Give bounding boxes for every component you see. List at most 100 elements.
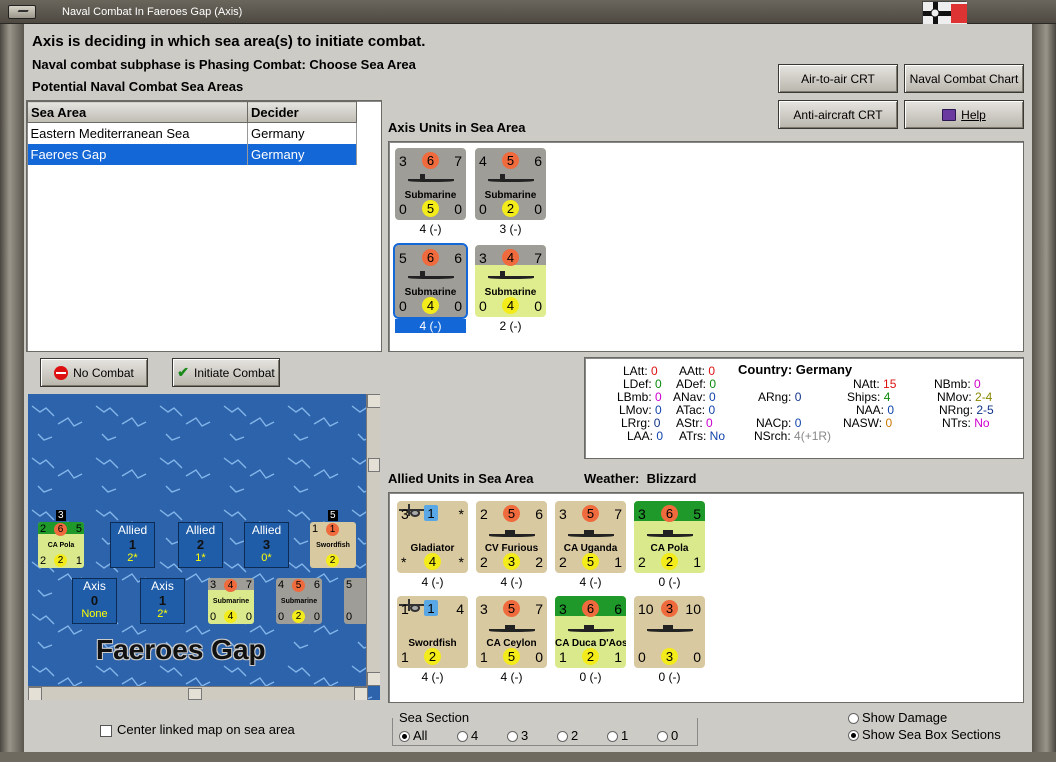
anti-aircraft-crt-button[interactable]: Anti-aircraft CRT — [778, 100, 898, 129]
axis-units-panel[interactable]: 3 6 7 Submarine 0 5 0 4 (-) 4 5 6 Submarine 0 2 0 3 (-)… — [388, 141, 1024, 352]
sea-section-radio[interactable] — [507, 731, 518, 743]
sea-area-map[interactable]: Allied 1 2* Allied 2 1* Allied 3 0* Axis 0 None Axis… — [28, 394, 380, 700]
strength-factor: 6 — [661, 505, 678, 522]
sea-section-box[interactable]: Allied 3 0* — [244, 522, 289, 568]
map-unit-counter[interactable]: 3 4 7 Submarine 0 4 0 — [208, 578, 254, 624]
ships-value: 4 — [883, 390, 891, 404]
strength-factor: 6 — [422, 249, 439, 266]
range-factor: 6 — [614, 601, 622, 617]
sea-section-option[interactable]: 3 — [507, 728, 528, 743]
scroll-thumb-vertical[interactable] — [368, 458, 380, 472]
no-combat-button[interactable]: No Combat — [40, 358, 148, 387]
nacp-value: 0 — [794, 416, 802, 430]
sea-section-box[interactable]: Allied 1 2* — [110, 522, 155, 568]
movement-factor: 4 — [424, 553, 441, 570]
unit-counter[interactable]: 3 5 7 CA Ceylon 1 5 0 — [476, 596, 547, 668]
box-side: Allied — [185, 523, 216, 537]
naval-combat-chart-button[interactable]: Naval Combat Chart — [904, 64, 1024, 93]
unit-counter[interactable]: 4 5 6 Submarine 0 2 0 — [475, 148, 546, 220]
ship-silhouette-icon — [568, 530, 614, 537]
nmov-value: 2-4 — [975, 390, 993, 404]
sea-area-list[interactable]: Sea Area Decider Eastern Mediterranean S… — [26, 100, 382, 352]
box-value: None — [81, 608, 108, 620]
scroll-left-arrow[interactable] — [28, 687, 42, 700]
column-header-decider[interactable]: Decider — [247, 101, 357, 123]
ship-silhouette-icon — [488, 174, 534, 182]
ntrs-label: NTrs: — [942, 416, 971, 430]
sea-section-option[interactable]: 0 — [657, 728, 678, 743]
unit-status: 0 (-) — [658, 575, 681, 589]
scroll-down-arrow[interactable] — [367, 672, 380, 686]
scroll-thumb-horizontal[interactable] — [188, 688, 202, 700]
map-unit-counter[interactable]: 4 5 6 Submarine 0 2 0 — [276, 578, 322, 624]
map-vertical-scrollbar[interactable] — [366, 394, 380, 686]
nbmb-value: 0 — [974, 377, 981, 391]
sea-section-option[interactable]: 1 — [607, 728, 628, 743]
naa-label: NAA: — [856, 403, 885, 417]
help-button[interactable]: Help — [904, 100, 1024, 129]
unit-counter[interactable]: 366CA Duca D'Aosta121 — [555, 596, 626, 668]
table-row[interactable]: Eastern Mediterranean Sea Germany — [27, 122, 357, 144]
sea-section-box[interactable]: Axis 0 None — [72, 578, 117, 624]
center-map-checkbox[interactable] — [100, 724, 112, 737]
range-factor: 5 — [75, 523, 82, 535]
sea-section-option[interactable]: 4 — [457, 728, 478, 743]
allied-units-panel[interactable]: 3 1 * Gladiator * 4 * 4 (-) 2 5 6 CV Furious 2 3 2 4 (-… — [388, 492, 1024, 703]
column-header-sea-area[interactable]: Sea Area — [27, 101, 248, 123]
naval-combat-window: Naval Combat In Faeroes Gap (Axis) Axis … — [0, 0, 1056, 762]
sea-section-radio[interactable] — [557, 731, 568, 743]
defense-factor: 2 — [40, 555, 47, 567]
sea-section-value: 1 — [621, 728, 629, 743]
scroll-right-arrow[interactable] — [354, 687, 368, 700]
asw-factor: * — [458, 554, 464, 570]
sea-section-box[interactable]: Allied 2 1* — [178, 522, 223, 568]
unit-status: 4 (-) — [419, 222, 442, 236]
natt-value: 15 — [883, 377, 897, 391]
unit-counter[interactable]: 3 6 5 CA Pola 2 2 1 — [634, 501, 705, 573]
sea-section-radio[interactable] — [457, 731, 468, 743]
sea-section-value: 2 — [571, 728, 579, 743]
unit-counter[interactable]: 3 1 * Gladiator * 4 * — [397, 501, 468, 573]
ship-silhouette-icon — [568, 625, 614, 632]
unit-status: 0 (-) — [579, 670, 602, 684]
unit-counter[interactable]: 1 1 4 Swordfish 1 2 — [397, 596, 468, 668]
unit-counter[interactable]: 3 5 7 CA Uganda 2 5 1 — [555, 501, 626, 573]
nsrch-label: NSrch: — [754, 429, 791, 443]
naval-chart-label: Naval Combat Chart — [909, 71, 1019, 86]
sea-section-radio[interactable] — [607, 731, 618, 743]
show-damage-radio[interactable] — [848, 713, 859, 725]
astr-value: 0 — [706, 416, 713, 430]
air-to-air-crt-button[interactable]: Air-to-air CRT — [778, 64, 898, 93]
show-damage-option[interactable]: Show Damage — [848, 710, 947, 725]
german-flag-icon — [922, 1, 967, 25]
sea-section-box[interactable]: Axis 1 2* — [140, 578, 185, 624]
unit-counter[interactable]: 5 6 6 Submarine 0 4 0 — [393, 243, 468, 319]
unit-counter[interactable]: 2 5 6 CV Furious 2 3 2 — [476, 501, 547, 573]
sea-section-radio[interactable] — [657, 731, 668, 743]
attack-factor: 5 — [346, 579, 353, 591]
scroll-up-arrow[interactable] — [367, 394, 380, 408]
unit-counter[interactable]: 3 6 7 Submarine 0 5 0 — [395, 148, 466, 220]
decider-cell: Germany — [247, 122, 357, 144]
sea-area-cell: Eastern Mediterranean Sea — [27, 122, 248, 144]
unit-counter[interactable]: 10 3 10 0 3 0 — [634, 596, 705, 668]
adef-value: 0 — [709, 377, 717, 391]
sea-section-option[interactable]: 2 — [557, 728, 578, 743]
show-sections-option[interactable]: Show Sea Box Sections — [848, 727, 1001, 742]
center-map-option[interactable]: Center linked map on sea area — [100, 722, 295, 737]
map-unit-counter[interactable]: 1 1 Swordfish 2 — [310, 522, 356, 568]
map-horizontal-scrollbar[interactable] — [28, 686, 368, 700]
movement-factor: 5 — [503, 648, 520, 665]
sea-section-option[interactable]: All — [399, 728, 427, 743]
sea-section-radio[interactable] — [399, 731, 410, 743]
table-row-selected[interactable]: Faeroes Gap Germany — [27, 143, 357, 165]
map-unit-counter[interactable]: 2 6 5 CA Pola 2 2 1 — [38, 522, 84, 568]
strength-factor: 1 — [424, 600, 438, 616]
show-sections-radio[interactable] — [848, 730, 859, 742]
no-combat-label: No Combat — [73, 365, 134, 380]
range-factor: 7 — [245, 579, 252, 591]
system-menu-button[interactable] — [8, 5, 36, 19]
initiate-combat-button[interactable]: ✔ Initiate Combat — [172, 358, 280, 387]
unit-counter[interactable]: 3 4 7 Submarine 0 4 0 — [475, 245, 546, 317]
asw-factor: 0 — [534, 298, 542, 314]
